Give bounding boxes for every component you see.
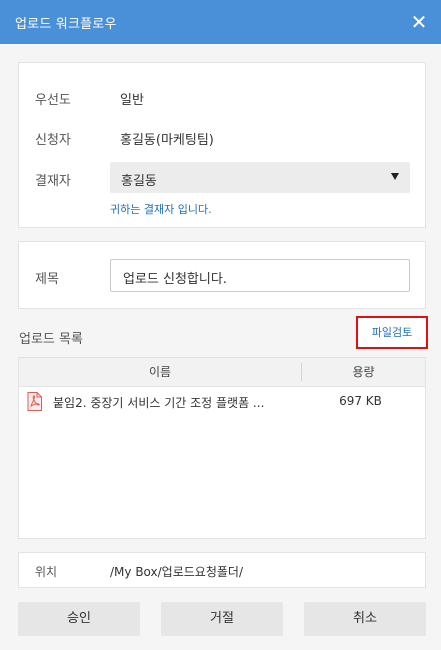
subject-input[interactable]: 업로드 신청합니다. [110,259,410,292]
file-name: 붙임2. 중장기 서비스 기간 조정 플랫폼 ... [53,396,265,410]
location-panel: 위치 /My Box/업로드요청폴더/ [18,552,426,588]
upload-file-table: 이름 용량 붙임2. 중장기 서비스 기간 조정 플랫폼 ... 697 KB [18,357,426,539]
cancel-button[interactable]: 취소 [304,602,426,636]
table-header: 이름 용량 [19,358,425,387]
approver-selected-value: 홍길동 [121,174,157,189]
reject-button[interactable]: 거절 [161,602,283,636]
table-row[interactable]: 붙임2. 중장기 서비스 기간 조정 플랫폼 ... 697 KB [19,389,425,417]
upload-list-title: 업로드 목록 [19,332,83,347]
column-header-size[interactable]: 용량 [302,358,425,386]
requester-value: 홍길동(마케팅팀) [120,133,214,148]
subject-label: 제목 [35,272,59,287]
file-size: 697 KB [339,394,382,408]
pdf-icon [27,392,42,411]
approver-label: 결재자 [35,174,71,189]
check-files-button[interactable]: 파일검토 [356,316,428,349]
location-path: /My Box/업로드요청폴더/ [110,565,243,579]
priority-label: 우선도 [35,93,71,108]
dropdown-arrow-icon [391,173,399,180]
approve-button[interactable]: 승인 [18,602,140,636]
request-info-panel: 우선도 일반 신청자 홍길동(마케팅팀) 결재자 홍길동 귀하는 결재자 입니다… [18,62,426,228]
priority-value: 일반 [120,93,144,108]
close-icon[interactable]: ✕ [409,12,429,32]
column-header-name[interactable]: 이름 [19,358,301,386]
location-label: 위치 [35,565,58,579]
dialog-titlebar: 업로드 워크플로우 ✕ [0,0,441,44]
approver-note: 귀하는 결재자 입니다. [110,203,212,216]
subject-panel: 제목 업로드 신청합니다. [18,241,426,309]
approver-select[interactable]: 홍길동 [110,162,410,193]
requester-label: 신청자 [35,133,71,148]
dialog-title: 업로드 워크플로우 [15,17,117,32]
